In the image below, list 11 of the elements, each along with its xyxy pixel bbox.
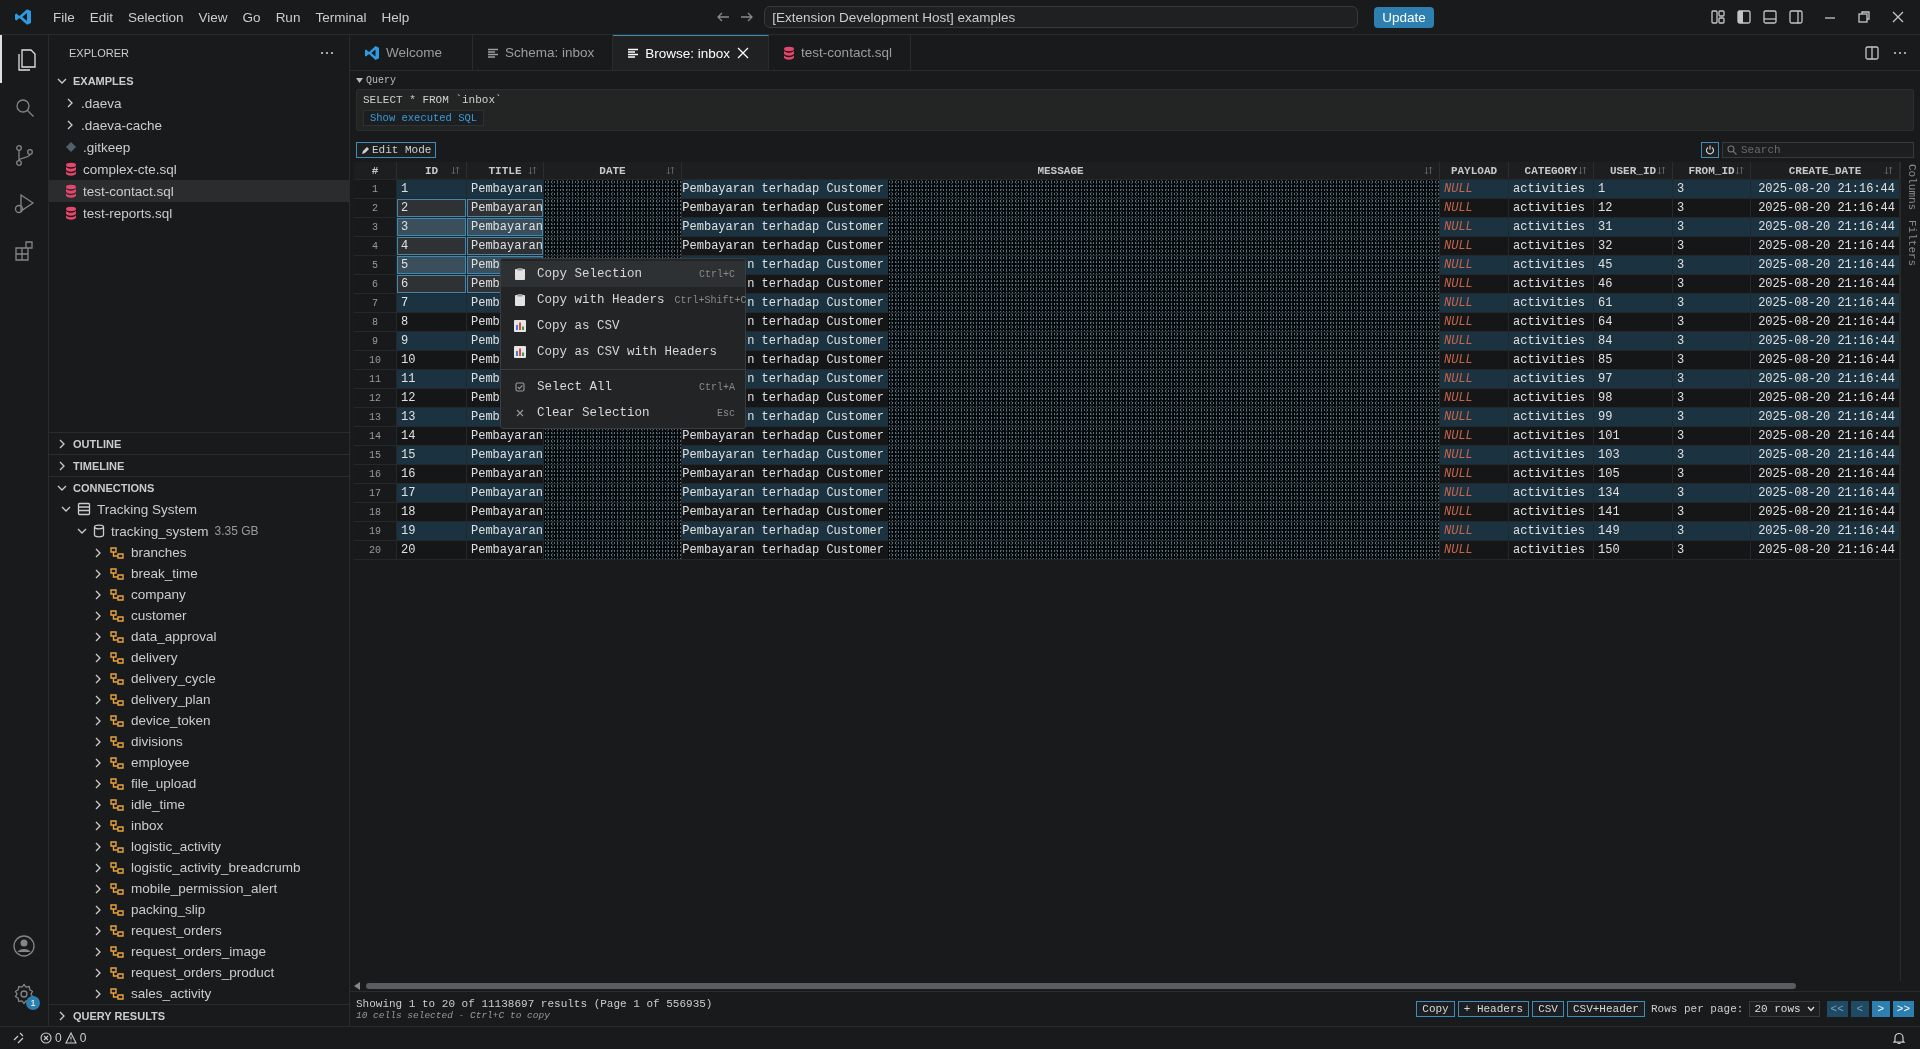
notification-badge: 1: [26, 996, 40, 1010]
shortcut-label: Ctrl+A: [699, 381, 735, 393]
rows-per-page-label: Rows per page:: [1650, 1003, 1744, 1015]
size-label: 3.35 GB: [214, 524, 259, 538]
results-summary: Showing 1 to 20 of 11138697 results (Page 1 of 556935): [356, 997, 713, 1010]
shortcut-label: Ctrl+Shift+C: [674, 294, 747, 306]
sql-text: SELECT * FROM `inbox`: [363, 94, 503, 106]
shortcut-label: Ctrl+C: [699, 268, 735, 280]
sidebar-title: EXPLORER: [69, 46, 129, 59]
shortcut-label: Esc: [717, 407, 735, 419]
selection-hint: 10 cells selected - Ctrl+C to copy: [356, 1009, 551, 1021]
